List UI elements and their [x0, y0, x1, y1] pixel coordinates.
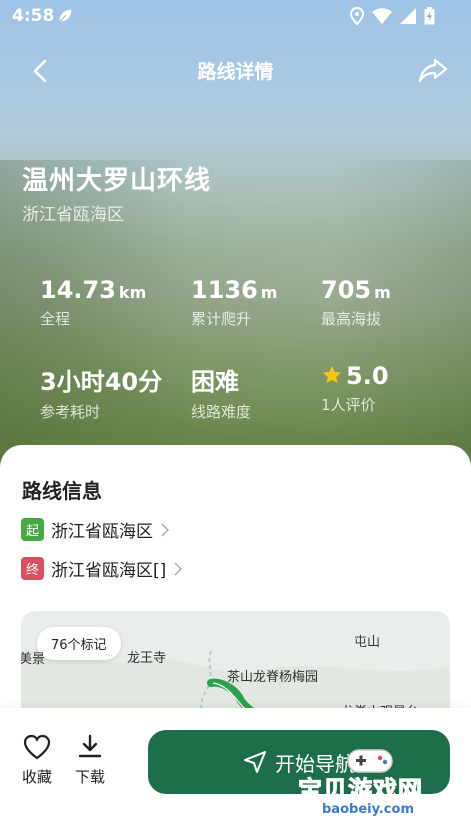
stat-unit: km [118, 283, 147, 302]
watermark-text: 宝贝游戏网 [298, 776, 423, 805]
page-title: 路线详情 [197, 61, 274, 83]
navigation-arrow-icon [244, 751, 266, 773]
section-title: 路线信息 [22, 479, 102, 503]
stat-rating[interactable]: 5.0 1人评价 [321, 362, 389, 415]
chevron-right-icon [174, 561, 183, 576]
stat-label: 线路难度 [191, 403, 252, 421]
download-icon [78, 734, 102, 758]
stat-value: 1136 [191, 276, 258, 304]
stat-label: 1人评价 [321, 396, 376, 414]
watermark-logo: 宝贝游戏网 baobeiy.com [290, 742, 450, 832]
route-name: 温州大罗山环线 [22, 166, 212, 196]
map-label: 茶山龙脊杨梅园 [227, 670, 319, 685]
status-time: 4:58 [12, 6, 55, 26]
wifi-icon [372, 8, 392, 24]
route-region: 浙江省瓯海区 [22, 205, 124, 225]
stat-duration: 3小时40分 参考耗时 [40, 362, 162, 422]
watermark-url: baobeiy.com [322, 802, 414, 817]
stat-value: 3小时40分 [40, 368, 163, 396]
stat-label: 参考耗时 [40, 403, 101, 421]
map-markers-badge[interactable]: 76个标记 [37, 627, 121, 660]
stat-value: 705 [321, 276, 372, 304]
stat-max-altitude: 705 m 最高海拔 [321, 276, 391, 329]
start-badge: 起 [21, 518, 44, 541]
heart-icon [23, 734, 51, 760]
stat-value: 困难 [191, 368, 239, 396]
end-point-text: 浙江省瓯海区[] [51, 561, 167, 581]
map-label: 美景 [21, 652, 46, 667]
chevron-right-icon [161, 522, 169, 537]
location-icon [350, 7, 364, 25]
stat-difficulty: 困难 线路难度 [191, 362, 251, 422]
map-label: 屯山 [354, 635, 381, 650]
signal-icon [400, 8, 416, 24]
star-icon [322, 365, 342, 384]
map-label: 龙王寺 [127, 651, 167, 666]
battery-icon [424, 7, 435, 25]
stat-label: 最高海拔 [321, 310, 382, 328]
favorite-button[interactable]: 收藏 [17, 734, 57, 787]
end-badge: 终 [21, 557, 44, 580]
share-icon[interactable] [417, 54, 449, 86]
leaf-icon [58, 9, 72, 24]
end-point-row[interactable]: 终 浙江省瓯海区[] [21, 556, 183, 581]
stat-value: 14.73 [40, 276, 116, 304]
start-point-row[interactable]: 起 浙江省瓯海区 [21, 517, 169, 542]
stat-ascent: 1136 m 累计爬升 [191, 276, 277, 329]
stat-distance: 14.73 km 全程 [40, 276, 146, 329]
stat-unit: m [260, 283, 278, 302]
top-navigation: 路线详情 [0, 48, 471, 92]
stat-label: 全程 [40, 310, 71, 328]
stat-label: 累计爬升 [191, 310, 252, 328]
download-button[interactable]: 下载 [70, 734, 110, 787]
status-bar: 4:58 [0, 0, 471, 34]
download-label: 下载 [74, 768, 105, 786]
start-point-text: 浙江省瓯海区 [51, 522, 153, 542]
stat-value: 5.0 [346, 362, 389, 390]
favorite-label: 收藏 [21, 768, 52, 786]
stat-unit: m [374, 283, 391, 302]
